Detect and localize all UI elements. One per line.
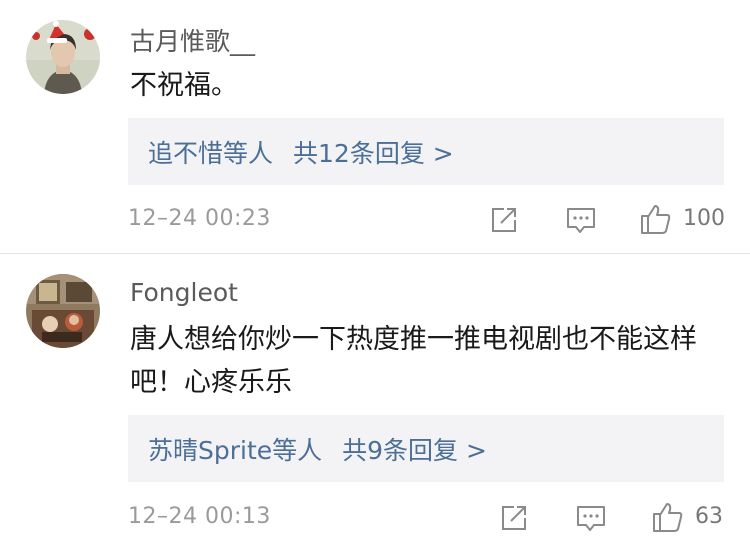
reply-count-link[interactable]: 共12条回复 > <box>293 134 454 170</box>
user-avatar-image <box>26 20 100 94</box>
reply-users[interactable]: 追不惜等人 <box>148 134 273 170</box>
comment-icon[interactable] <box>566 207 596 235</box>
reply-count-link[interactable]: 共9条回复 > <box>342 431 487 467</box>
user-avatar-image <box>26 274 100 348</box>
comment-divider <box>0 253 750 254</box>
username[interactable]: 古月惟歌__ <box>130 22 255 58</box>
reply-users[interactable]: 苏晴Sprite等人 <box>148 431 322 467</box>
comment-icon[interactable] <box>576 505 606 533</box>
comment-text: 不祝福。 <box>130 70 238 101</box>
avatar[interactable] <box>26 20 100 94</box>
comment-text: 唐人想给你炒一下热度推一推电视剧也不能这样吧！心疼乐乐 <box>130 324 697 398</box>
comment-meta: 12–24 00:13 63 <box>0 498 750 538</box>
comment-meta: 12–24 00:23 100 <box>0 200 750 240</box>
thumbs-up-icon[interactable] <box>640 203 672 235</box>
replies-preview[interactable]: 苏晴Sprite等人 共9条回复 > <box>128 415 724 482</box>
username[interactable]: Fongleot <box>130 278 238 307</box>
timestamp: 12–24 00:23 <box>128 206 271 231</box>
thumbs-up-icon[interactable] <box>652 501 684 533</box>
replies-preview[interactable]: 追不惜等人 共12条回复 > <box>128 118 724 185</box>
share-icon[interactable] <box>500 504 528 532</box>
avatar[interactable] <box>26 274 100 348</box>
share-icon[interactable] <box>490 206 518 234</box>
like-count: 63 <box>695 504 723 529</box>
like-count: 100 <box>683 206 725 231</box>
timestamp: 12–24 00:13 <box>128 504 271 529</box>
